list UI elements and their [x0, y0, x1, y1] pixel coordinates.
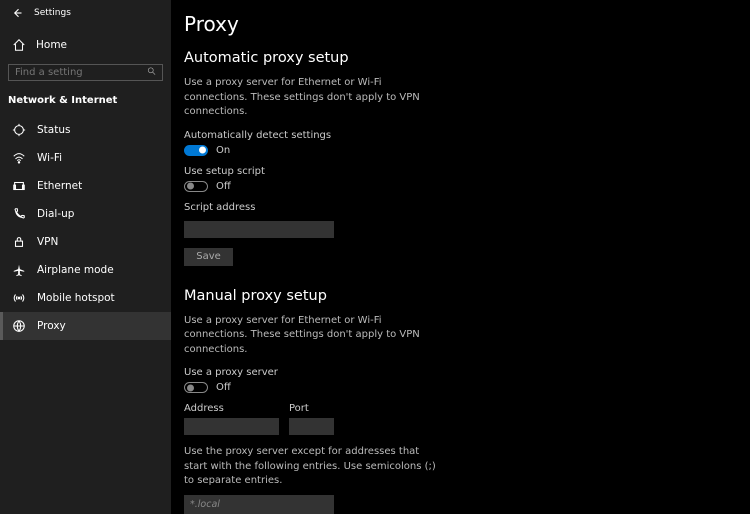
- home-label: Home: [36, 39, 67, 51]
- proxy-icon: [12, 319, 26, 333]
- airplane-icon: [12, 263, 26, 277]
- sidebar-category: Network & Internet: [0, 91, 171, 116]
- nav-label: Status: [37, 124, 70, 136]
- nav-list: Status Wi-Fi Ethernet Dial-up VPN Airpla…: [0, 116, 171, 340]
- use-script-label: Use setup script: [184, 166, 732, 177]
- except-desc: Use the proxy server except for addresse…: [184, 445, 444, 489]
- vpn-icon: [12, 235, 26, 249]
- auto-desc: Use a proxy server for Ethernet or Wi-Fi…: [184, 76, 444, 120]
- manual-desc: Use a proxy server for Ethernet or Wi-Fi…: [184, 314, 444, 358]
- use-script-state: Off: [216, 181, 231, 192]
- ethernet-icon: [12, 179, 26, 193]
- use-proxy-state: Off: [216, 382, 231, 393]
- script-address-label: Script address: [184, 202, 732, 213]
- except-input[interactable]: [184, 495, 334, 514]
- sidebar: Settings Home Network & Internet Status …: [0, 0, 171, 514]
- save-button-auto[interactable]: Save: [184, 248, 233, 266]
- status-icon: [12, 123, 26, 137]
- use-proxy-label: Use a proxy server: [184, 367, 732, 378]
- main-content: Proxy Automatic proxy setup Use a proxy …: [171, 0, 750, 514]
- sidebar-item-wifi[interactable]: Wi-Fi: [0, 144, 171, 172]
- nav-label: Dial-up: [37, 208, 74, 220]
- nav-label: Ethernet: [37, 180, 82, 192]
- search-input[interactable]: [8, 64, 163, 81]
- nav-label: Mobile hotspot: [37, 292, 115, 304]
- sidebar-item-home[interactable]: Home: [0, 30, 171, 60]
- search-icon: [147, 66, 157, 79]
- hotspot-icon: [12, 291, 26, 305]
- dialup-icon: [12, 207, 26, 221]
- nav-label: Wi-Fi: [37, 152, 62, 164]
- app-title: Settings: [34, 8, 71, 18]
- auto-detect-toggle[interactable]: [184, 145, 208, 156]
- address-input[interactable]: [184, 418, 279, 435]
- auto-detect-label: Automatically detect settings: [184, 130, 732, 141]
- section-title-manual: Manual proxy setup: [184, 288, 732, 304]
- use-proxy-toggle[interactable]: [184, 382, 208, 393]
- port-label: Port: [289, 403, 334, 414]
- wifi-icon: [12, 151, 26, 165]
- sidebar-item-hotspot[interactable]: Mobile hotspot: [0, 284, 171, 312]
- nav-label: Airplane mode: [37, 264, 114, 276]
- nav-label: Proxy: [37, 320, 66, 332]
- home-icon: [12, 38, 26, 52]
- port-input[interactable]: [289, 418, 334, 435]
- search-wrap: [0, 60, 171, 91]
- back-icon[interactable]: [10, 6, 24, 20]
- sidebar-header: Settings: [0, 0, 171, 28]
- address-label: Address: [184, 403, 279, 414]
- sidebar-item-airplane[interactable]: Airplane mode: [0, 256, 171, 284]
- use-script-toggle[interactable]: [184, 181, 208, 192]
- sidebar-item-vpn[interactable]: VPN: [0, 228, 171, 256]
- nav-label: VPN: [37, 236, 58, 248]
- auto-detect-state: On: [216, 145, 230, 156]
- page-title: Proxy: [184, 12, 732, 36]
- sidebar-item-ethernet[interactable]: Ethernet: [0, 172, 171, 200]
- sidebar-item-proxy[interactable]: Proxy: [0, 312, 171, 340]
- sidebar-item-status[interactable]: Status: [0, 116, 171, 144]
- sidebar-item-dialup[interactable]: Dial-up: [0, 200, 171, 228]
- script-address-input[interactable]: [184, 221, 334, 238]
- section-title-auto: Automatic proxy setup: [184, 50, 732, 66]
